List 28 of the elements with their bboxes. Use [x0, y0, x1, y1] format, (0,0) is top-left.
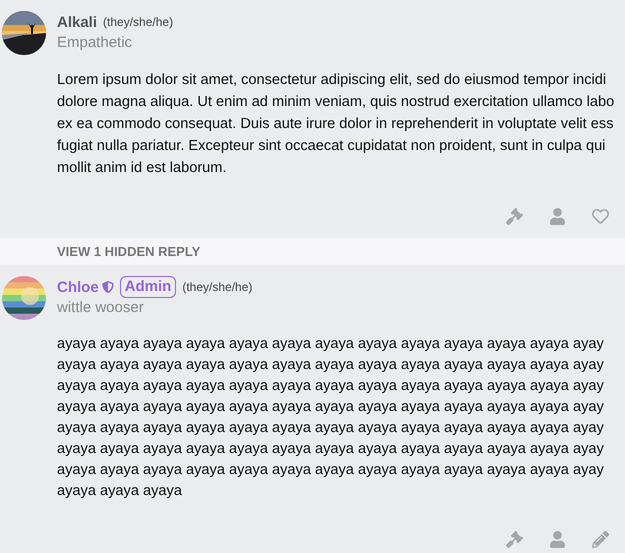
shield-icon: [102, 281, 114, 293]
comment-text-line: ayaya ayaya ayaya ayaya ayaya ayaya ayaya ayaya ayaya ayaya ayaya ayaya ayay: [57, 461, 604, 480]
author-name[interactable]: Alkali: [57, 14, 98, 30]
comment-text-line: ayaya ayaya ayaya ayaya ayaya ayaya ayaya ayaya ayaya ayaya ayaya ayaya ayay: [57, 377, 604, 396]
user-subtitle: wittle wooser: [57, 298, 145, 318]
comment-text-line: ayaya ayaya ayaya ayaya ayaya ayaya ayaya ayaya ayaya ayaya ayaya ayaya ayay: [57, 335, 604, 354]
pronouns: (they/she/he): [182, 280, 252, 294]
user-icon[interactable]: [549, 530, 566, 548]
heart-icon[interactable]: [592, 208, 609, 224]
comment-text-line: ayaya ayaya ayaya ayaya ayaya ayaya ayaya ayaya ayaya ayaya ayaya ayaya ayay: [57, 440, 604, 459]
pencil-icon[interactable]: [592, 530, 609, 548]
pronouns: (they/she/he): [103, 15, 174, 29]
comment-text-line: ayaya ayaya ayaya: [57, 482, 182, 501]
comment-text-line: ayaya ayaya ayaya ayaya ayaya ayaya ayaya ayaya ayaya ayaya ayaya ayaya ayay: [57, 398, 604, 417]
user-subtitle: Empathetic: [57, 33, 134, 53]
comment-text-line: ayaya ayaya ayaya ayaya ayaya ayaya ayaya ayaya ayaya ayaya ayaya ayaya ayay: [57, 356, 604, 375]
comment-text-line: mollit anim id est laborum.: [57, 159, 227, 178]
comment-text-line: Lorem ipsum dolor sit amet, consectetur adipiscing elit, sed do eiusmod tempor incidi: [57, 71, 606, 90]
author-name[interactable]: Chloe: [57, 278, 99, 296]
comment-text-line: ayaya ayaya ayaya ayaya ayaya ayaya ayaya ayaya ayaya ayaya ayaya ayaya ayay: [57, 419, 604, 438]
user-icon[interactable]: [549, 208, 566, 224]
comment-text-line: ex ea commodo consequat. Duis aute irure dolor in reprehenderit in voluptate velit ess: [57, 115, 614, 134]
view-hidden-reply-button[interactable]: VIEW 1 HIDDEN REPLY: [57, 244, 200, 259]
gavel-icon[interactable]: [506, 208, 523, 224]
gavel-icon[interactable]: [506, 530, 523, 548]
role-badge: Admin: [120, 276, 176, 298]
comment-text-line: fugiat nulla pariatur. Excepteur sint occaecat cupidatat non proident, sunt in culpa qui: [57, 137, 606, 156]
comment-text-line: dolore magna aliqua. Ut enim ad minim veniam, quis nostrud exercitation ullamco labo: [57, 93, 614, 112]
